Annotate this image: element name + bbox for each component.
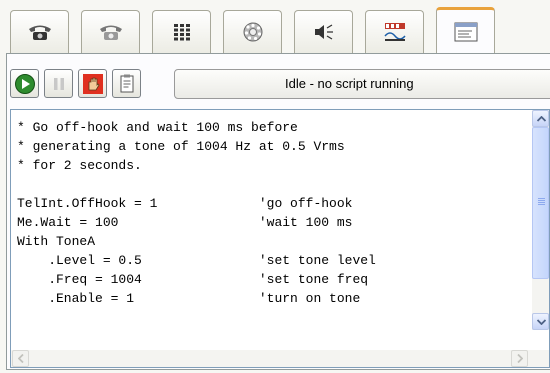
telephone-handset-icon [99,25,122,40]
stop-hand-icon [83,74,103,94]
script-line: Me.Wait = 100 'wait 100 ms [17,215,353,230]
tab-rotary-dial[interactable] [223,10,282,53]
script-status-field: Idle - no script running [174,69,550,99]
script-line: With ToneA [17,234,96,249]
scroll-down-button[interactable] [532,313,549,330]
rotary-dial-icon [243,22,262,42]
run-script-button[interactable] [10,69,39,98]
script-line: * Go off-hook and wait 100 ms before [17,120,298,135]
script-window-icon [454,22,477,42]
tab-keypad[interactable] [152,10,211,53]
scroll-right-button[interactable] [511,350,528,367]
signal-meter-icon [383,23,406,41]
tab-signal-meter[interactable] [365,10,424,53]
pause-icon [54,78,64,90]
script-line: .Enable = 1 'turn on tone [17,291,361,306]
script-line: * for 2 seconds. [17,158,142,173]
chevron-down-icon [537,319,546,325]
horizontal-scrollbar[interactable] [11,350,549,367]
tab-telephone[interactable] [10,10,69,53]
play-icon [15,74,35,94]
script-line: TelInt.OffHook = 1 'go off-hook [17,196,353,211]
script-line: * generating a tone of 1004 Hz at 0.5 Vr… [17,139,345,154]
clipboard-icon [120,74,134,93]
script-code-text[interactable]: * Go off-hook and wait 100 ms before * g… [17,118,376,308]
pause-script-button[interactable] [44,69,73,98]
vertical-scroll-thumb[interactable] [532,127,549,279]
chevron-left-icon [18,354,24,363]
script-status-text: Idle - no script running [285,76,414,91]
script-line: .Level = 0.5 'set tone level [17,253,376,268]
telephone-icon [28,25,51,40]
speaker-icon [314,24,333,40]
edit-script-button[interactable] [112,69,141,98]
tab-bar [0,0,550,54]
script-line: .Freq = 1004 'set tone freq [17,272,369,287]
scroll-left-button[interactable] [12,350,29,367]
stop-script-button[interactable] [78,69,107,98]
script-editor[interactable]: * Go off-hook and wait 100 ms before * g… [10,109,550,368]
scroll-up-button[interactable] [532,110,549,127]
tab-speaker[interactable] [294,10,353,53]
tab-script[interactable] [436,7,495,54]
vertical-scrollbar[interactable] [532,110,549,330]
tab-handset[interactable] [81,10,140,53]
keypad-icon [173,24,190,41]
chevron-up-icon [537,116,546,122]
chevron-right-icon [517,354,523,363]
